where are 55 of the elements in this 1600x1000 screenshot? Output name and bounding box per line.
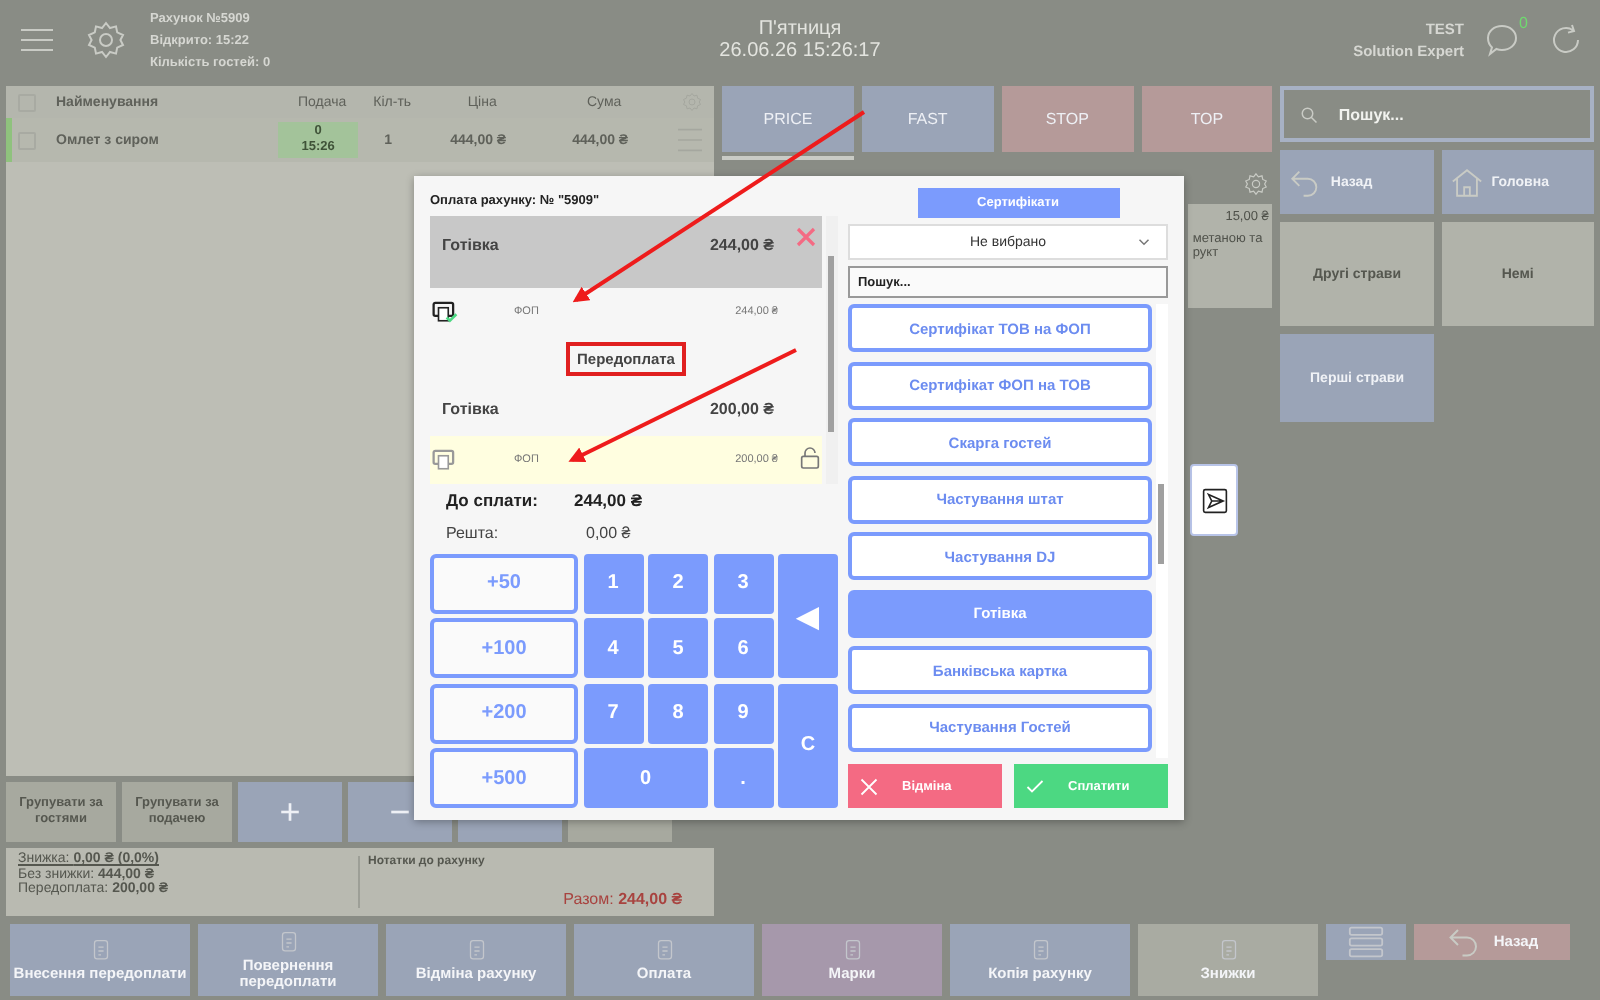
- keypad-key[interactable]: 4: [583, 618, 643, 679]
- backspace-key[interactable]: ◀: [778, 553, 838, 679]
- quantity-button[interactable]: +: [238, 782, 342, 842]
- category-tab[interactable]: TOP: [1141, 86, 1273, 152]
- keypad-key[interactable]: .: [713, 748, 773, 809]
- payment-amount: 200,00 ₴: [709, 400, 774, 419]
- send-receipt-button[interactable]: [1190, 464, 1238, 536]
- quick-amount-button[interactable]: +50: [430, 553, 578, 614]
- date-time: 26.06.26 15:26:17: [719, 40, 881, 62]
- payment-row[interactable]: Готівка 244,00 ₴: [430, 215, 822, 288]
- change-amount: 0,00 ₴: [586, 524, 631, 543]
- keypad-key[interactable]: 3: [713, 553, 773, 614]
- change-label: Решта:: [446, 524, 501, 543]
- keypad-key[interactable]: 7: [583, 683, 643, 744]
- back-arrow-icon: [1288, 165, 1323, 199]
- payment-method: Готівка: [442, 236, 501, 255]
- keypad-key[interactable]: 6: [713, 618, 773, 679]
- search-icon: [1300, 106, 1319, 124]
- keypad-key[interactable]: 5: [648, 618, 708, 679]
- menu-icon[interactable]: [20, 28, 54, 52]
- chat-icon[interactable]: [1484, 22, 1520, 58]
- payment-row[interactable]: Готівка 200,00 ₴: [430, 383, 822, 436]
- home-icon: [1449, 165, 1484, 199]
- check-icon: [1026, 777, 1044, 795]
- keypad-key[interactable]: 8: [648, 683, 708, 744]
- send-icon: [1201, 487, 1227, 513]
- keypad-key[interactable]: 2: [648, 553, 708, 614]
- category-tab[interactable]: STOP: [1001, 86, 1134, 152]
- weekday: П'ятниця: [758, 18, 842, 40]
- settings-icon[interactable]: [1244, 172, 1269, 196]
- keypad-key[interactable]: 1: [583, 553, 643, 614]
- menu-button[interactable]: [1326, 924, 1406, 960]
- keypad-key[interactable]: 0: [583, 748, 708, 809]
- category-tab[interactable]: PRICE: [722, 86, 854, 152]
- unlock-icon[interactable]: [800, 445, 820, 470]
- quick-amount-button[interactable]: +500: [430, 748, 578, 809]
- settings-icon[interactable]: [86, 20, 126, 60]
- delete-icon[interactable]: [796, 225, 816, 248]
- message-count: 0: [1519, 14, 1528, 32]
- chevron-icon: [1138, 238, 1150, 246]
- keypad-key[interactable]: 9: [713, 683, 773, 744]
- quick-amount-button[interactable]: +100: [430, 618, 578, 679]
- quick-amount-button[interactable]: +200: [430, 683, 578, 744]
- clear-key[interactable]: C: [778, 683, 838, 809]
- back-arrow-icon: [1445, 924, 1482, 960]
- search-field[interactable]: Пошук...: [1280, 86, 1594, 142]
- payment-method: Готівка: [442, 400, 501, 419]
- category-tab[interactable]: FAST: [861, 86, 994, 152]
- payment-amount: 244,00 ₴: [709, 236, 774, 255]
- close-icon: [860, 777, 878, 795]
- amount-due: 244,00 ₴: [574, 490, 643, 511]
- amount-due-label: До сплати:: [446, 490, 540, 511]
- total-text: Разом: 244,00 ₴: [563, 890, 683, 908]
- menu-icon: [1348, 924, 1384, 960]
- refresh-icon[interactable]: [1548, 22, 1584, 58]
